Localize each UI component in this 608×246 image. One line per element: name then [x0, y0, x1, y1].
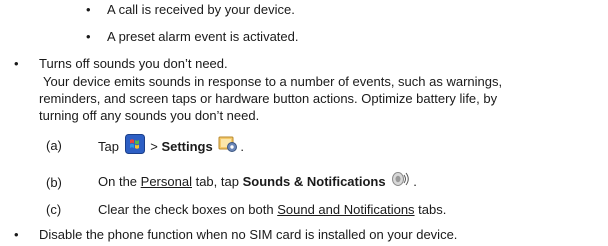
bullet-sounds-heading: Turns off sounds you don’t need.: [39, 56, 228, 71]
sounds-notifications-label: Sounds & Notifications: [242, 173, 386, 189]
windows-start-icon[interactable]: [124, 134, 145, 161]
settings-icon[interactable]: [218, 135, 238, 160]
sub-bullet-1-text: A call is received by your device.: [107, 2, 295, 17]
step-b-pre: On the: [98, 173, 138, 189]
speaker-icon[interactable]: [391, 170, 411, 195]
step-a-period: .: [240, 138, 244, 154]
step-b-text: On the Personal tab, tap Sounds & Notifi…: [98, 170, 417, 195]
personal-tab-link[interactable]: Personal: [141, 174, 192, 189]
bullet-phone-text: Disable the phone function when no SIM c…: [39, 227, 458, 242]
step-c-label: (c): [46, 202, 62, 217]
step-a-text: Tap > Settings .: [98, 134, 244, 161]
bullet-sounds-para-line2: reminders, and screen taps or hardware b…: [39, 91, 498, 106]
bullet-sounds-marker: •: [14, 56, 19, 71]
step-a-gt: >: [150, 138, 158, 154]
bullet-phone-marker: •: [14, 227, 19, 242]
step-a-settings: Settings: [161, 138, 213, 154]
bullet-sounds-para-line1: Your device emits sounds in response to …: [43, 74, 503, 89]
step-c-pre: Clear the check boxes on both: [98, 202, 274, 217]
bullet-sounds-para-line3: turning off any sounds you don’t need.: [39, 108, 260, 123]
sub-bullet-2-text: A preset alarm event is activated.: [107, 29, 299, 44]
step-b-mid: tab, tap: [195, 173, 239, 189]
step-b-label: (b): [46, 175, 62, 190]
step-c-text: Clear the check boxes on both Sound and …: [98, 202, 446, 218]
step-c-post: tabs.: [418, 202, 447, 217]
step-a-label: (a): [46, 138, 62, 153]
sound-notifications-tabs-link[interactable]: Sound and Notifications: [277, 202, 414, 217]
step-b-period: .: [413, 173, 417, 189]
step-a-tap: Tap: [98, 138, 119, 154]
sub-bullet-1-marker: •: [86, 2, 91, 17]
sub-bullet-2-marker: •: [86, 29, 91, 44]
